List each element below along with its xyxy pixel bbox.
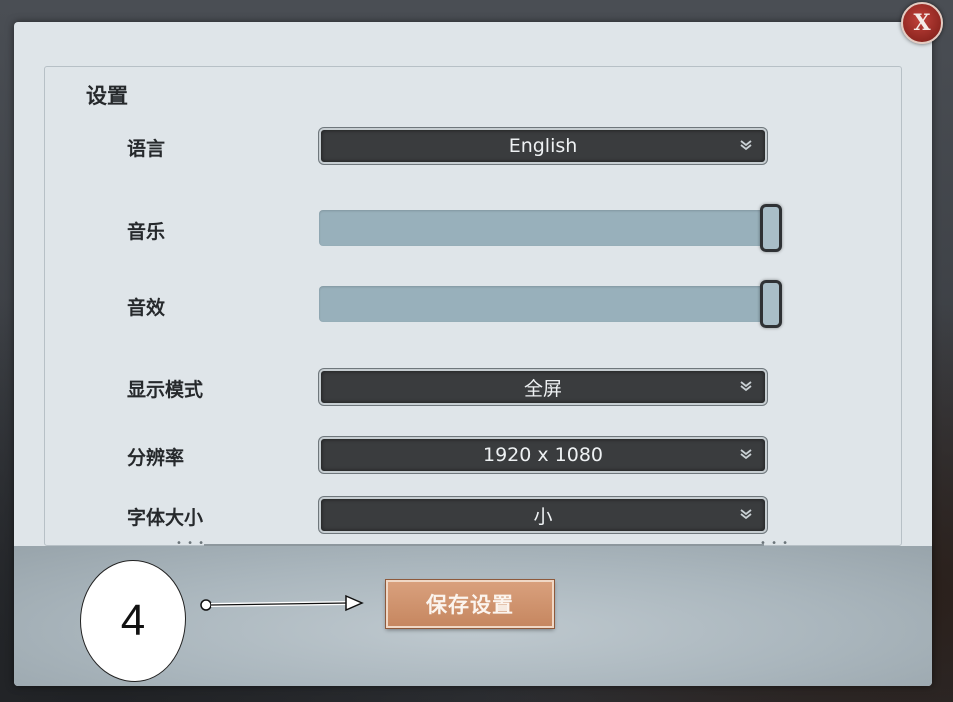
close-icon: X [913,10,931,36]
font-size-dropdown[interactable]: 小 [319,497,767,533]
sfx-label: 音效 [127,297,166,319]
divider-ornament-right: • • • [760,538,790,549]
step-annotation-bubble: 4 [80,560,186,682]
resolution-dropdown[interactable]: 1920 x 1080 [319,437,767,473]
display-mode-label: 显示模式 [127,379,204,401]
sfx-slider[interactable] [319,286,767,322]
page-title: 设置 [86,83,128,108]
save-settings-button[interactable]: 保存设置 [386,580,554,628]
chevron-down-icon [740,381,752,392]
close-button[interactable]: X [901,2,943,44]
font-size-value: 小 [533,505,553,528]
divider-ornament-left: • • • [176,538,206,549]
chevron-down-icon [740,449,752,460]
language-value: English [508,135,578,157]
resolution-label: 分辨率 [127,447,185,469]
chevron-down-icon [740,140,752,151]
chevron-down-icon [740,509,752,520]
annotation-arrow-icon [200,594,364,612]
resolution-value: 1920 x 1080 [482,444,604,466]
music-slider[interactable] [319,210,767,246]
footer-divider [204,544,764,546]
music-slider-handle[interactable] [760,204,782,252]
language-dropdown[interactable]: English [319,128,767,164]
font-size-label: 字体大小 [127,507,204,529]
language-label: 语言 [127,138,166,160]
step-number: 4 [120,596,146,645]
sfx-slider-handle[interactable] [760,280,782,328]
music-label: 音乐 [127,221,166,243]
display-mode-dropdown[interactable]: 全屏 [319,369,767,405]
display-mode-value: 全屏 [523,377,562,400]
